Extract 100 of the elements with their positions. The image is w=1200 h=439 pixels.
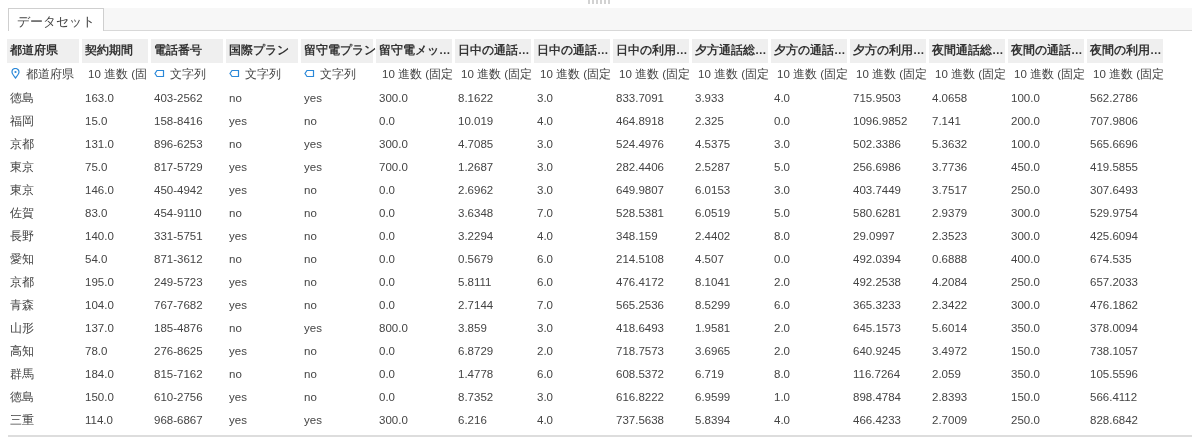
table-cell-text: 150.0 bbox=[1010, 343, 1041, 359]
table-cell-text: 348.159 bbox=[615, 228, 659, 244]
table-cell-text: 184.0 bbox=[84, 366, 115, 382]
table-cell-text: 29.0997 bbox=[852, 228, 896, 244]
table-cell-text: 佐賀 bbox=[9, 205, 35, 221]
table-cell-text: 707.9806 bbox=[1089, 113, 1139, 129]
column-header[interactable]: 夜間の通話… bbox=[1008, 39, 1084, 63]
table-cell-text: 7.0 bbox=[536, 297, 554, 313]
table-cell-text: 2.9379 bbox=[931, 205, 969, 221]
table-cell-text: 418.6493 bbox=[615, 320, 665, 336]
table-cell-text: 425.6094 bbox=[1089, 228, 1139, 244]
table-cell-text: 8.1622 bbox=[457, 90, 495, 106]
table-cell-text: 4.0 bbox=[536, 228, 554, 244]
table-cell-text: 10.019 bbox=[457, 113, 495, 129]
data-type-label: 文字列 bbox=[320, 68, 356, 81]
table-cell-text: 645.1573 bbox=[852, 320, 902, 336]
table-cell-text: 674.535 bbox=[1089, 251, 1133, 267]
column-header[interactable]: 日中の通話… bbox=[455, 39, 531, 63]
table-cell-text: 2.7009 bbox=[931, 412, 969, 428]
table-cell-text: 403-2562 bbox=[153, 90, 204, 106]
table-cell-text: 83.0 bbox=[84, 205, 109, 221]
table-cell-text: 104.0 bbox=[84, 297, 115, 313]
table-cell-text: 7.141 bbox=[931, 113, 962, 129]
table-cell-text: 116.7264 bbox=[852, 366, 902, 382]
column-header[interactable]: 都道府県 bbox=[7, 39, 79, 63]
table-cell-text: 616.8222 bbox=[615, 389, 665, 405]
table-cell-text: 5.8394 bbox=[694, 412, 732, 428]
column-header[interactable]: 日中の通話… bbox=[534, 39, 610, 63]
table-cell-text: 8.7352 bbox=[457, 389, 495, 405]
table-cell-text: 1.0 bbox=[773, 389, 791, 405]
table-cell-text: 4.0 bbox=[536, 113, 554, 129]
table-cell-text: 200.0 bbox=[1010, 113, 1041, 129]
table-cell-text: 331-5751 bbox=[153, 228, 204, 244]
column-header[interactable]: 日中の利用… bbox=[613, 39, 689, 63]
table-cell-text: 476.1862 bbox=[1089, 297, 1139, 313]
table-cell-text: 6.0 bbox=[536, 366, 554, 382]
table-cell-text: 京都 bbox=[9, 136, 35, 152]
table-cell-text: 4.0 bbox=[773, 90, 791, 106]
table-cell-text: yes bbox=[228, 389, 248, 405]
table-cell-text: no bbox=[228, 205, 243, 221]
table-cell-text: 長野 bbox=[9, 228, 35, 244]
table-cell-text: 131.0 bbox=[84, 136, 115, 152]
table-cell-text: 466.4233 bbox=[852, 412, 902, 428]
table-cell-text: 566.4112 bbox=[1089, 389, 1139, 405]
table-cell-text: 871-3612 bbox=[153, 251, 204, 267]
table-cell-text: 715.9503 bbox=[852, 90, 902, 106]
column-header[interactable]: 契約期間 bbox=[82, 39, 148, 63]
table-cell-text: 454-9110 bbox=[153, 205, 203, 221]
table-cell-text: 817-5729 bbox=[153, 159, 204, 175]
table-cell-text: 276-8625 bbox=[153, 343, 204, 359]
table-cell-text: 0.0 bbox=[378, 297, 396, 313]
table-cell-text: 4.0658 bbox=[931, 90, 969, 106]
table-cell-text: 137.0 bbox=[84, 320, 115, 336]
table-cell-text: 249-5723 bbox=[153, 274, 204, 290]
table-cell-text: no bbox=[303, 297, 318, 313]
table-cell-text: 3.0 bbox=[536, 90, 554, 106]
table-cell-text: 青森 bbox=[9, 297, 35, 313]
column-header[interactable]: 夕方の利用… bbox=[850, 39, 926, 63]
table-cell-text: 3.4972 bbox=[931, 343, 969, 359]
table-cell-text: 737.5638 bbox=[615, 412, 665, 428]
table-cell-text: 3.0 bbox=[773, 136, 791, 152]
column-header[interactable]: 夕方の通話… bbox=[771, 39, 847, 63]
table-cell-text: 0.0 bbox=[378, 113, 396, 129]
table-cell-text: 896-6253 bbox=[153, 136, 204, 152]
table-cell-text: 800.0 bbox=[378, 320, 409, 336]
column-header[interactable]: 留守電メッ… bbox=[376, 39, 452, 63]
drag-handle-icon[interactable] bbox=[587, 0, 613, 4]
table-cell-text: 150.0 bbox=[84, 389, 115, 405]
column-header[interactable]: 夕方通話総… bbox=[692, 39, 768, 63]
table-cell-text: 徳島 bbox=[9, 90, 35, 106]
table-cell-text: 0.0 bbox=[378, 205, 396, 221]
table-cell-text: 718.7573 bbox=[615, 343, 665, 359]
column-header[interactable]: 電話番号 bbox=[151, 39, 223, 63]
column-header[interactable]: 夜間の利用… bbox=[1087, 39, 1163, 63]
table-cell-text: 1.9581 bbox=[694, 320, 732, 336]
table-cell-text: 6.0 bbox=[773, 297, 791, 313]
table-cell-text: 565.6696 bbox=[1089, 136, 1139, 152]
table-cell-text: 山形 bbox=[9, 320, 35, 336]
data-type-label: 10 進数 (固定 bbox=[540, 68, 611, 81]
column-header[interactable]: 国際プラン bbox=[226, 39, 298, 63]
tag-icon bbox=[229, 68, 240, 80]
column-header[interactable]: 夜間通話総… bbox=[929, 39, 1005, 63]
dataset-tab[interactable]: データセット bbox=[8, 8, 104, 31]
table-cell-text: 15.0 bbox=[84, 113, 109, 129]
table-cell-text: 492.0394 bbox=[852, 251, 902, 267]
table-cell-text: 54.0 bbox=[84, 251, 109, 267]
table-cell-text: 4.507 bbox=[694, 251, 725, 267]
table-cell-text: 968-6867 bbox=[153, 412, 204, 428]
table-cell-text: yes bbox=[228, 113, 248, 129]
table-cell-text: 1096.9852 bbox=[852, 113, 909, 129]
table-cell-text: 1.2687 bbox=[457, 159, 495, 175]
table-cell-text: yes bbox=[228, 228, 248, 244]
table-cell-text: 150.0 bbox=[1010, 389, 1041, 405]
table-cell-text: 福岡 bbox=[9, 113, 35, 129]
table-cell-text: 0.0 bbox=[773, 251, 791, 267]
table-cell-text: 185-4876 bbox=[153, 320, 204, 336]
table-cell-text: yes bbox=[228, 274, 248, 290]
column-header[interactable]: 留守電プラン bbox=[301, 39, 373, 63]
table-cell-text: 5.0 bbox=[773, 159, 791, 175]
table-cell-text: 0.0 bbox=[378, 389, 396, 405]
